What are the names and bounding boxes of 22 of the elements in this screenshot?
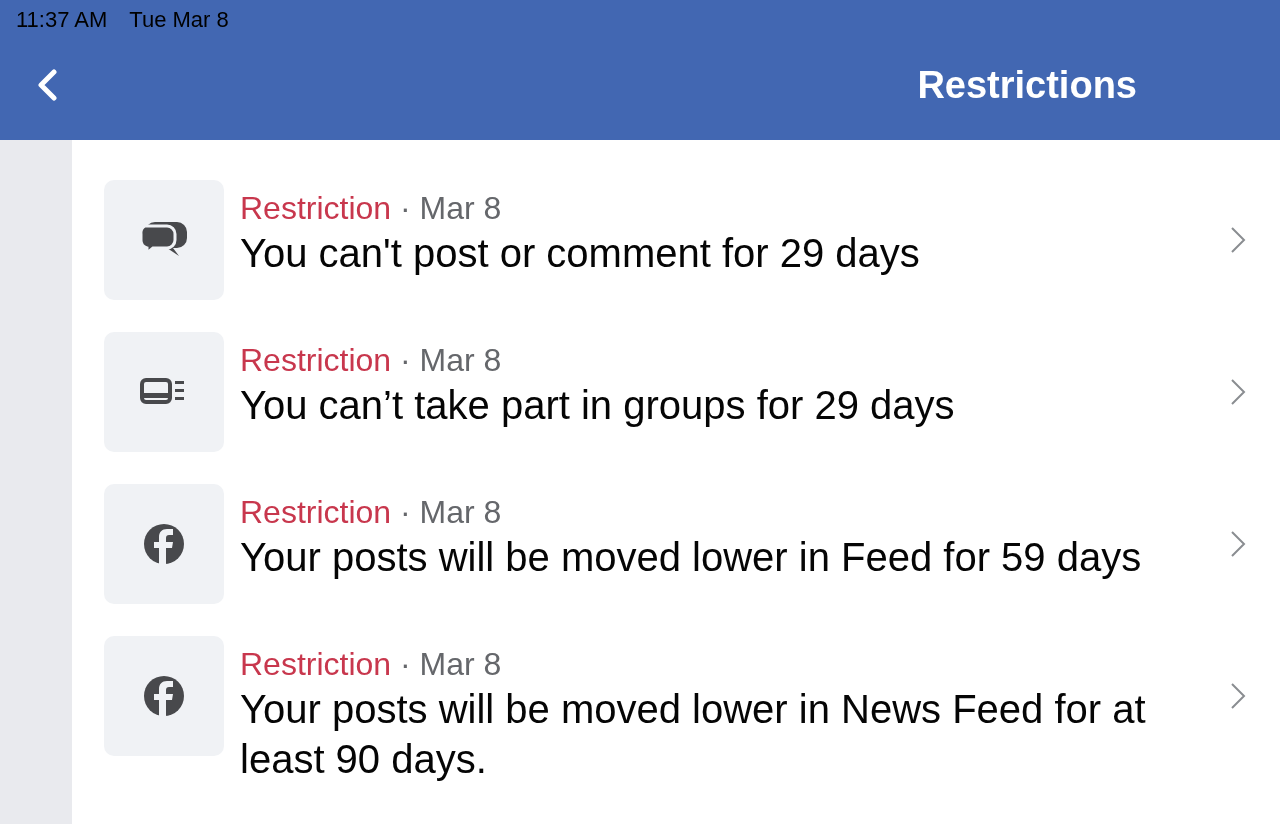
status-date: Tue Mar 8 bbox=[129, 7, 229, 34]
restriction-text: Your posts will be moved lower in Feed for 59 days bbox=[240, 534, 1143, 581]
restriction-meta: Restriction · Mar 8 bbox=[240, 342, 503, 378]
chevron-right-icon bbox=[1230, 530, 1246, 558]
page-title: Restrictions bbox=[917, 63, 1137, 107]
restriction-item[interactable]: Restriction · Mar 8 You can't post or comment for 29 days bbox=[104, 180, 1280, 300]
restriction-text: You can't post or comment for 29 days bbox=[240, 230, 921, 277]
restriction-meta: Restriction · Mar 8 bbox=[240, 190, 503, 226]
status-time: 11:37 AM bbox=[16, 7, 108, 34]
restriction-item[interactable]: Restriction · Mar 8 You can’t take part in groups for 29 days bbox=[104, 332, 1280, 452]
facebook-icon bbox=[142, 674, 186, 718]
back-icon[interactable] bbox=[36, 69, 58, 101]
restriction-meta: Restriction · Mar 8 bbox=[240, 646, 503, 682]
restriction-text: Your posts will be moved lower in News Feed for at least 90 days. bbox=[240, 686, 1147, 783]
restriction-text: You can’t take part in groups for 29 days bbox=[240, 382, 956, 429]
facebook-icon bbox=[142, 522, 186, 566]
chevron-right-icon bbox=[1230, 378, 1246, 406]
chevron-right-icon bbox=[1230, 682, 1246, 710]
restriction-meta: Restriction · Mar 8 bbox=[240, 494, 503, 530]
restriction-item[interactable]: Restriction · Mar 8 Your posts will be moved lower in Feed for 59 days bbox=[104, 484, 1280, 604]
chevron-right-icon bbox=[1230, 226, 1246, 254]
restriction-item[interactable]: Restriction · Mar 8 Your posts will be moved lower in News Feed for at least 90 days. bbox=[104, 636, 1280, 784]
